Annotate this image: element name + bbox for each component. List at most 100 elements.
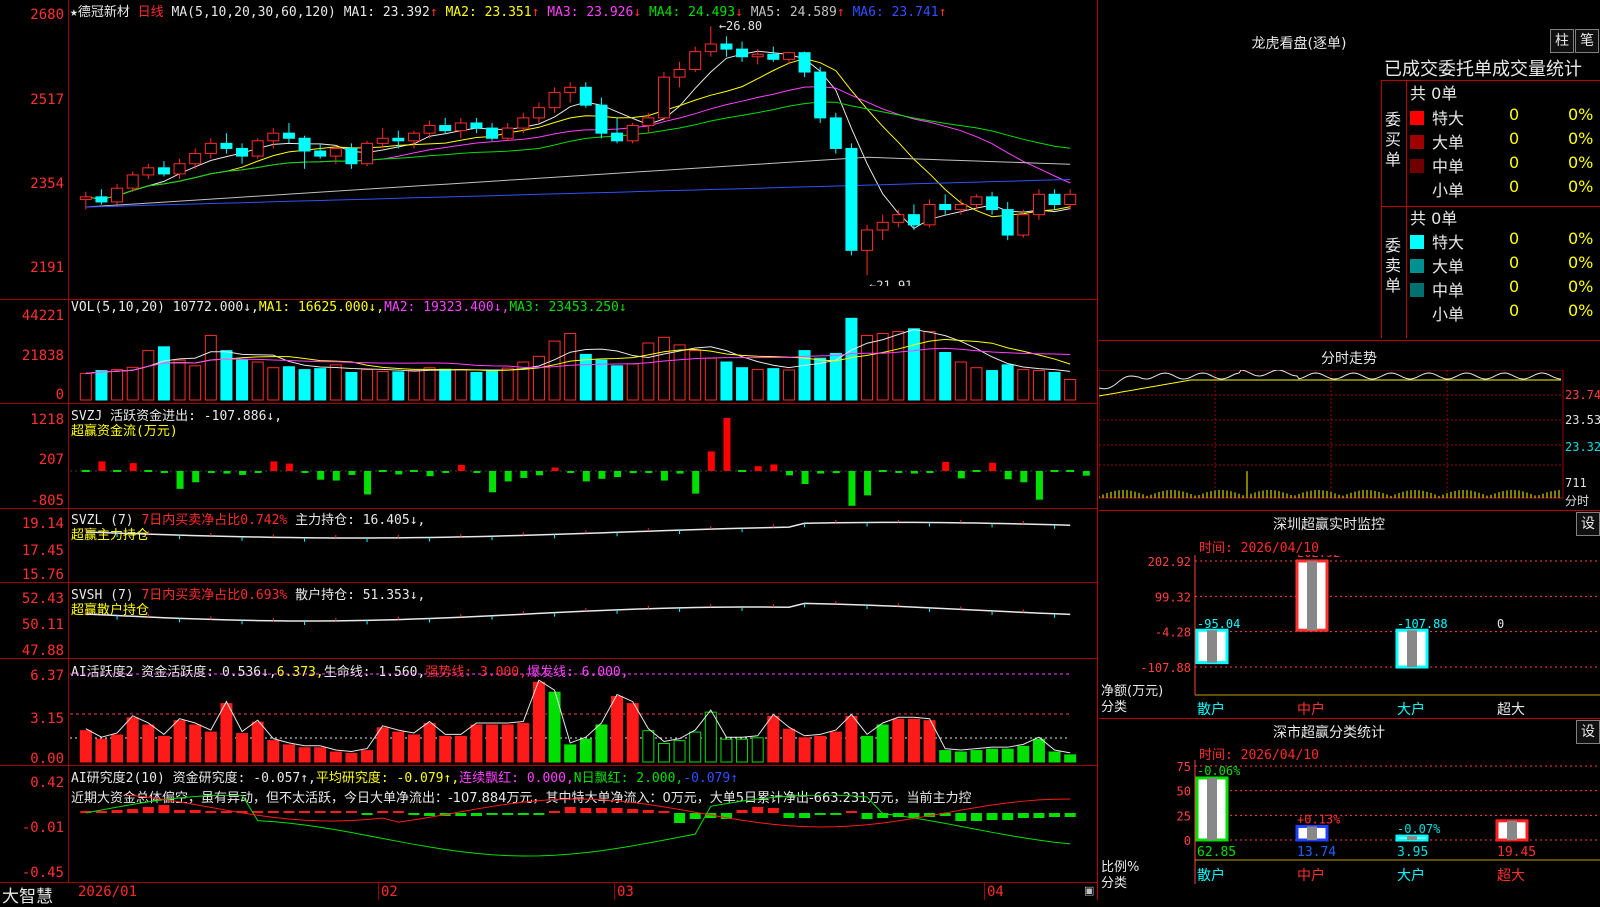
activity-bar (1001, 748, 1014, 763)
candlestick-chart[interactable]: ←26.80 ←21.91 (70, 16, 1096, 286)
classify-settings-button[interactable]: 设 (1576, 720, 1600, 744)
monitor-category-label: 中户 (1297, 701, 1325, 715)
flow-bar (660, 470, 668, 481)
order-row: 小单 (1410, 301, 1464, 325)
volume-bar (439, 368, 452, 401)
ai-research-legend: AI研究度2(10) 资金研究度: -0.057↑,平均研究度: -0.079↑… (71, 771, 739, 786)
candle-body (157, 167, 170, 175)
classify-value-label: 62.85 (1197, 845, 1236, 860)
volume-bar (204, 334, 217, 401)
research-bar (674, 813, 686, 823)
activity-bar (517, 723, 530, 763)
intraday-avg-line (1099, 379, 1561, 397)
candle-body (1032, 193, 1045, 216)
monitor-bar-shade (1407, 630, 1417, 667)
volume-bar (236, 359, 249, 401)
classify-chart[interactable]: 75 50 25 0 -0.06% 62.85 +0.13% 13.74 -0.07% 3.95 1… (1099, 760, 1600, 900)
ai-research-axis-label: -0.01 (21, 820, 64, 836)
lock-icon[interactable]: ▣ (1084, 884, 1094, 897)
classify-category-label: 中户 (1297, 867, 1325, 884)
monitor-category-label: 超大 (1497, 702, 1525, 715)
main-chart-area[interactable]: 2680 2517 2354 2191 ★德冠新材 日线 MA(5,10,20,… (0, 0, 1098, 907)
ma-line-20 (85, 86, 1071, 200)
flow-bar (942, 461, 950, 471)
monitor-chart[interactable]: 202.92 99.32 -4.28 -107.88 -95.04 202.92 -107.… (1099, 555, 1600, 715)
flow-bar (364, 470, 372, 495)
candle-body (392, 137, 405, 142)
research-bar (767, 808, 779, 813)
candle-body (361, 142, 374, 165)
research-bar (345, 811, 357, 813)
candle-body (861, 229, 874, 251)
x-axis-label: 02 (381, 884, 398, 900)
volume-chart[interactable] (70, 316, 1096, 402)
ai-active-chart[interactable] (70, 668, 1096, 764)
main-holding-line (85, 521, 1071, 539)
flow-bar (551, 467, 559, 471)
candle-body (282, 132, 295, 139)
classify-bar-shade (1307, 826, 1317, 840)
row-value: 0 (1509, 253, 1520, 272)
research-bar (252, 811, 264, 813)
price-axis-label: 2191 (30, 260, 64, 276)
flow-bar (878, 469, 887, 472)
stat-header: 已成交委托单成交量统计 (1384, 59, 1582, 80)
right-panel: 龙虎看盘(逐单) 柱 笔 已成交委托单成交量统计 委买单 共 0单 特大 0 0% 大… (1099, 0, 1600, 900)
volume-bar (657, 336, 670, 401)
flow-bar (910, 470, 918, 474)
monitor-settings-button[interactable]: 设 (1576, 512, 1600, 536)
row-name: 中单 (1432, 157, 1465, 176)
flow-bar (317, 470, 325, 480)
activity-bar (954, 751, 967, 763)
research-bar (267, 811, 279, 813)
svzl-axis-label: 15.76 (21, 567, 64, 583)
activity-bar (439, 735, 452, 763)
svzj-axis-label: 1218 (30, 412, 64, 428)
candle-body (439, 125, 452, 132)
activity-bar (861, 735, 874, 763)
activity-bar (111, 734, 124, 763)
classify-value-label: 13.74 (1297, 845, 1336, 860)
flow-bar (285, 463, 293, 471)
classify-change-label: +0.13% (1297, 812, 1341, 826)
research-bar (517, 813, 529, 815)
flow-bar (972, 469, 981, 472)
activity-bar (1048, 751, 1061, 763)
volume-bar (814, 357, 827, 401)
ai-research-chart[interactable] (70, 795, 1096, 881)
research-bar (642, 810, 654, 813)
candle-body (892, 214, 905, 223)
candle-body (954, 203, 967, 211)
research-bar (111, 810, 123, 813)
activity-bar (986, 748, 999, 763)
flow-bar (707, 451, 715, 471)
research-bar (986, 813, 998, 820)
monitor-xlabel: 分类 (1101, 700, 1128, 715)
candle-body (407, 132, 420, 142)
order-row: 中单 (1410, 153, 1464, 177)
volume-bar (95, 370, 108, 401)
candle-body (532, 107, 545, 119)
retail-holding-chart[interactable] (70, 596, 1096, 656)
intraday-chart[interactable] (1099, 370, 1600, 508)
flow-bar (864, 470, 872, 496)
volume-bar (470, 371, 483, 401)
bar-view-button[interactable]: 柱 (1550, 29, 1574, 53)
flow-bar (409, 469, 418, 472)
research-bar (814, 813, 826, 815)
flow-bar (692, 470, 700, 494)
classify-change-label: -0.06% (1197, 764, 1241, 778)
main-holding-chart[interactable] (70, 520, 1096, 580)
activity-bar (392, 731, 405, 763)
tick-view-button[interactable]: 笔 (1575, 29, 1599, 53)
research-bar (158, 805, 170, 813)
classify-title: 深市超赢分类统计 (1273, 725, 1385, 741)
activity-bar (142, 724, 155, 763)
research-bar (283, 811, 295, 813)
activity-bar (751, 737, 764, 763)
svsh-axis-label: 52.43 (21, 591, 64, 607)
capital-flow-chart[interactable] (70, 418, 1096, 506)
activity-bar (595, 724, 608, 763)
volume-bar (345, 371, 358, 401)
activity-bar (611, 695, 624, 763)
